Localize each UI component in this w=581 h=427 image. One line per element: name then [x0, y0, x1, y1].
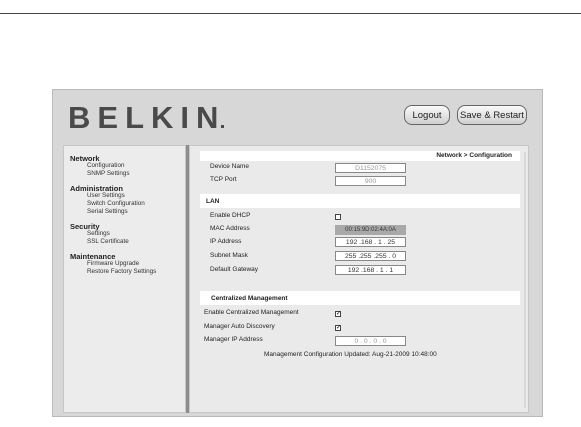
tcp-port-label: TCP Port: [210, 176, 237, 183]
device-name-label: Device Name: [210, 163, 250, 170]
sidebar-item-restore-factory-settings[interactable]: Restore Factory Settings: [87, 268, 156, 275]
sidebar-item-ssl-certificate[interactable]: SSL Certificate: [87, 238, 129, 245]
subnet-mask-input[interactable]: 255 .255 .255 . 0: [335, 251, 406, 261]
sidebar-item-serial-settings[interactable]: Serial Settings: [87, 208, 128, 215]
sidebar-item-switch-configuration[interactable]: Switch Configuration: [87, 200, 145, 207]
logout-button[interactable]: Logout: [404, 105, 450, 125]
app-frame: BELKIN Logout Save & Restart Network Con…: [52, 89, 543, 417]
subnet-mask-label: Subnet Mask: [210, 252, 248, 259]
auto-discovery-checkbox[interactable]: ✓: [335, 325, 341, 331]
cm-updated-status: Management Configuration Updated: Aug-21…: [264, 351, 437, 358]
device-name-input[interactable]: D1152075: [335, 163, 406, 173]
breadcrumb-bar: Network > Configuration: [200, 151, 520, 161]
auto-discovery-label: Manager Auto Discovery: [204, 323, 275, 330]
enable-dhcp-checkbox[interactable]: [335, 214, 341, 220]
save-restart-button[interactable]: Save & Restart: [457, 105, 527, 125]
enable-cm-label: Enable Centralized Management: [204, 309, 299, 316]
sidebar-item-firmware-upgrade[interactable]: Firmware Upgrade: [87, 260, 139, 267]
cm-title: Centralized Management: [211, 295, 288, 302]
mac-address-label: MAC Address: [210, 225, 250, 232]
mac-address-value: 00:15:9D:02:4A:0A: [335, 225, 406, 235]
content-panel: Network > Configuration Device Name D115…: [189, 145, 529, 413]
enable-dhcp-label: Enable DHCP: [210, 212, 251, 219]
content-scrollbar[interactable]: [524, 152, 526, 408]
manager-ip-input[interactable]: 0 . 0 . 0 . 0: [335, 336, 406, 346]
sidebar-item-security-settings[interactable]: Settings: [87, 230, 110, 237]
lan-section-bar: LAN: [200, 194, 520, 208]
sidebar-item-configuration[interactable]: Configuration: [87, 162, 124, 169]
ip-address-input[interactable]: 192 .168 . 1 . 25: [335, 237, 406, 247]
breadcrumb: Network > Configuration: [436, 152, 512, 159]
enable-cm-checkbox[interactable]: ✓: [335, 311, 341, 317]
tcp-port-input[interactable]: 900: [335, 176, 406, 186]
default-gateway-input[interactable]: 192 .168 . 1 . 1: [335, 265, 406, 275]
sidebar-nav: Network Configuration SNMP Settings Admi…: [63, 145, 186, 413]
ip-address-label: IP Address: [210, 238, 242, 245]
top-rule: [0, 13, 581, 14]
default-gateway-label: Default Gateway: [210, 266, 259, 273]
lan-title: LAN: [206, 198, 220, 205]
manager-ip-label: Manager IP Address: [204, 336, 263, 343]
belkin-logo: BELKIN: [68, 100, 226, 135]
cm-section-bar: Centralized Management: [200, 291, 520, 305]
sidebar-item-snmp-settings[interactable]: SNMP Settings: [87, 170, 130, 177]
sidebar-item-user-settings[interactable]: User Settings: [87, 192, 125, 199]
